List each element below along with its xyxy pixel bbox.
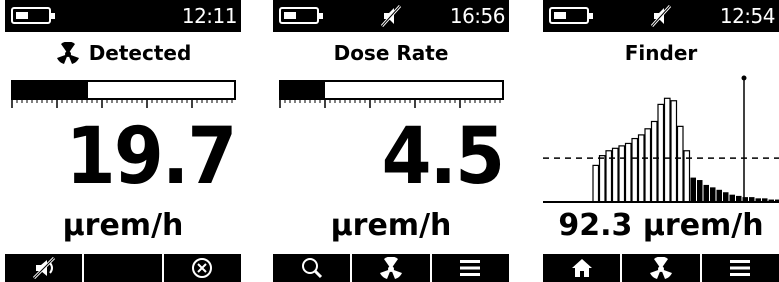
screen-title: Dose Rate [333, 41, 449, 65]
radiation-icon [379, 257, 402, 279]
softkey-menu[interactable] [702, 254, 779, 282]
histogram-bar [697, 180, 703, 202]
softkey-radiation[interactable] [622, 254, 702, 282]
reading-value: 92.3 µrem/h [558, 208, 764, 243]
histogram-bar [624, 142, 632, 203]
softkey-bar [273, 254, 509, 282]
peak-marker-dot [741, 75, 747, 81]
mute-off-icon [32, 257, 55, 279]
home-icon [571, 259, 592, 277]
histogram-bar [618, 145, 626, 203]
histogram-bar [690, 177, 696, 202]
histogram-bar [592, 164, 600, 203]
softkey-home[interactable] [543, 254, 623, 282]
histogram-bar [670, 100, 678, 203]
softkey-bar [5, 254, 241, 282]
level-scale [11, 100, 233, 108]
histogram-bar [644, 128, 652, 203]
radiation-icon [649, 257, 672, 279]
screen-title: Detected [5, 38, 241, 68]
clock: 12:54 [719, 4, 776, 28]
screen-title-label: Detected [88, 41, 192, 65]
reading-value: 19.7 [65, 112, 237, 202]
clock: 16:56 [449, 4, 506, 28]
softkey-bar [543, 254, 779, 282]
softkey-right[interactable] [164, 254, 241, 282]
menu-icon [460, 260, 481, 276]
clock: 12:11 [181, 4, 238, 28]
speaker-muted-icon [380, 4, 402, 28]
close-circle-icon [192, 258, 213, 278]
histogram-bar [710, 187, 716, 202]
softkey-search[interactable] [273, 254, 353, 282]
histogram-bar [611, 147, 619, 203]
softkey-left[interactable] [5, 254, 85, 282]
level-bar [11, 80, 236, 100]
histogram-bar [598, 155, 606, 203]
screen-title: Finder [624, 41, 698, 65]
radiation-icon [55, 41, 81, 72]
status-bar: 12:54 [543, 0, 779, 32]
histogram-bar [637, 134, 645, 203]
reading-value: 4.5 [381, 112, 504, 202]
status-bar: 12:11 [5, 0, 241, 32]
histogram-bar [650, 120, 658, 203]
histogram-bar [703, 184, 709, 202]
reading-unit: µrem/h [330, 208, 452, 243]
rate-histogram [543, 75, 779, 203]
level-bar [279, 80, 504, 100]
histogram-bar [723, 192, 729, 202]
histogram-bar [729, 194, 735, 202]
battery-icon [549, 7, 593, 24]
battery-icon [279, 7, 323, 24]
battery-icon [11, 7, 55, 24]
histogram-bar [716, 189, 722, 202]
dose-rate-screen: 16:56 Dose Rate 4.5 µrem/h [273, 0, 509, 282]
softkey-menu[interactable] [432, 254, 509, 282]
histogram-bar [663, 97, 671, 203]
detected-screen: 12:11 Detected 19.7 µrem/h [5, 0, 241, 282]
histogram-bar [657, 103, 665, 203]
status-bar: 16:56 [273, 0, 509, 32]
histogram-bar [676, 125, 684, 203]
speaker-muted-icon [650, 4, 672, 28]
search-icon [301, 258, 322, 279]
menu-icon [730, 260, 751, 276]
level-scale [279, 100, 501, 108]
softkey-middle[interactable] [84, 254, 164, 282]
histogram-bar [631, 137, 639, 203]
softkey-radiation[interactable] [352, 254, 432, 282]
reading-unit: µrem/h [62, 208, 184, 243]
finder-screen: 12:54 Finder 92.3 µrem/h [543, 0, 779, 282]
